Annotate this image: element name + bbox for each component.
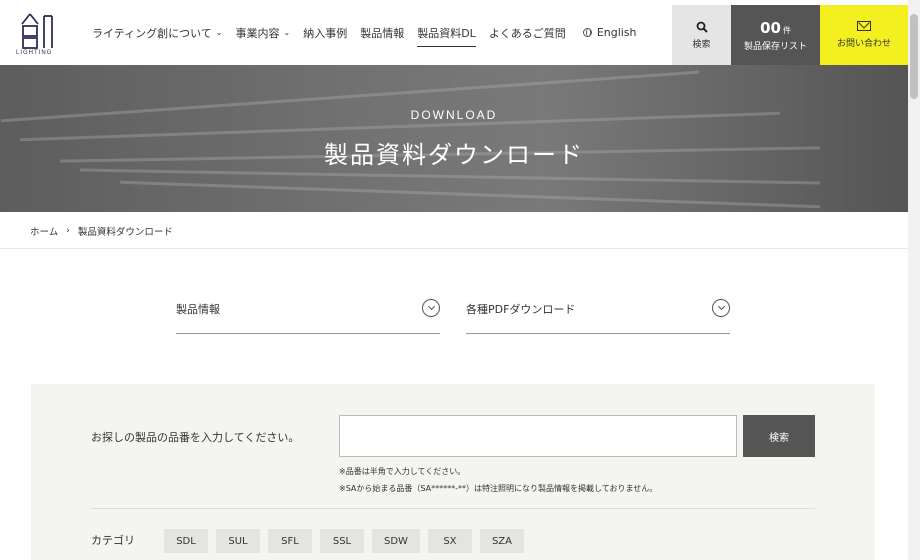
- dropdown-label: 製品情報: [176, 303, 220, 316]
- search-icon: [696, 21, 708, 33]
- saved-list-button[interactable]: 00 件 製品保存リスト: [731, 5, 820, 65]
- page-title: 製品資料ダウンロード: [324, 141, 584, 169]
- dropdown-pdf-download[interactable]: 各種PDFダウンロード: [466, 294, 730, 334]
- nav-item-download[interactable]: 製品資料DL: [417, 0, 476, 65]
- category-label: カテゴリ: [91, 534, 135, 547]
- product-search-button[interactable]: 検索: [743, 415, 815, 457]
- header-search-button[interactable]: 検索: [672, 5, 731, 65]
- nav-item-products[interactable]: 製品情報: [360, 0, 404, 65]
- category-list: SDL SUL SFL SSL SDW SX SZA: [164, 529, 532, 553]
- chevron-down-icon: ⌄: [283, 28, 291, 37]
- contact-button[interactable]: お問い合わせ: [820, 5, 908, 65]
- nav-item-business[interactable]: 事業内容 ⌄: [236, 0, 291, 65]
- nav-item-label: 事業内容: [235, 26, 280, 40]
- language-english-link[interactable]: English: [582, 0, 637, 65]
- category-tag[interactable]: SFL: [268, 529, 312, 553]
- divider: [91, 508, 815, 509]
- dropdown-product-info[interactable]: 製品情報: [176, 294, 440, 334]
- category-tag[interactable]: SDL: [164, 529, 208, 553]
- language-label: English: [596, 26, 637, 39]
- breadcrumb-separator: ›: [66, 226, 70, 236]
- scrollbar-thumb[interactable]: [910, 14, 918, 99]
- breadcrumb-current: 製品資料ダウンロード: [77, 227, 173, 238]
- hero-banner: DOWNLOAD 製品資料ダウンロード: [0, 65, 908, 212]
- main-nav: ライティング創について ⌄ 事業内容 ⌄ 納入事例 製品情報 製品資料DL よく…: [92, 0, 637, 65]
- search-button-label: 検索: [692, 39, 711, 50]
- saved-count: 00 件: [760, 18, 791, 37]
- category-tag[interactable]: SDW: [372, 529, 420, 553]
- nav-item-about[interactable]: ライティング創について ⌄: [92, 0, 223, 65]
- nav-item-label: 納入事例: [303, 26, 348, 40]
- nav-item-faq[interactable]: よくあるご質問: [489, 0, 566, 65]
- dropdown-label: 各種PDFダウンロード: [466, 303, 576, 316]
- category-tag[interactable]: SSL: [320, 529, 364, 553]
- nav-item-cases[interactable]: 納入事例: [303, 0, 347, 65]
- mail-icon: [857, 21, 871, 31]
- chevron-down-icon: [712, 299, 730, 317]
- hero-subtitle: DOWNLOAD: [410, 108, 498, 122]
- site-header: LIGHTING ライティング創について ⌄ 事業内容 ⌄ 納入事例 製品情報 …: [0, 0, 908, 65]
- logo-text: LIGHTING: [16, 50, 53, 56]
- page-scrollbar[interactable]: [908, 0, 920, 560]
- nav-item-label: よくあるご質問: [488, 26, 566, 40]
- divider: [0, 248, 908, 249]
- nav-item-label: 製品情報: [360, 26, 405, 40]
- chevron-down-icon: [422, 299, 440, 317]
- nav-item-label: ライティング創について: [92, 26, 212, 40]
- breadcrumb-home[interactable]: ホーム: [30, 224, 58, 238]
- search-note: ※SAから始まる品番（SA******-**）は特注照明になり製品情報を掲載して…: [339, 484, 658, 493]
- contact-button-label: お問い合わせ: [836, 39, 891, 49]
- chevron-down-icon: ⌄: [215, 28, 223, 37]
- search-note: ※品番は半角で入力してください。: [339, 467, 466, 476]
- product-number-input[interactable]: [339, 415, 737, 457]
- saved-list-label: 製品保存リスト: [743, 41, 807, 52]
- search-prompt-label: お探しの製品の品番を入力してください。: [91, 431, 300, 444]
- breadcrumb: ホーム › 製品資料ダウンロード: [30, 224, 173, 238]
- category-tag[interactable]: SUL: [216, 529, 260, 553]
- globe-icon: [582, 28, 592, 37]
- nav-item-label: 製品資料DL: [417, 26, 476, 40]
- product-search-panel: お探しの製品の品番を入力してください。 検索 ※品番は半角で入力してください。 …: [31, 384, 875, 560]
- category-tag[interactable]: SZA: [479, 529, 524, 553]
- category-tag[interactable]: SX: [427, 529, 472, 553]
